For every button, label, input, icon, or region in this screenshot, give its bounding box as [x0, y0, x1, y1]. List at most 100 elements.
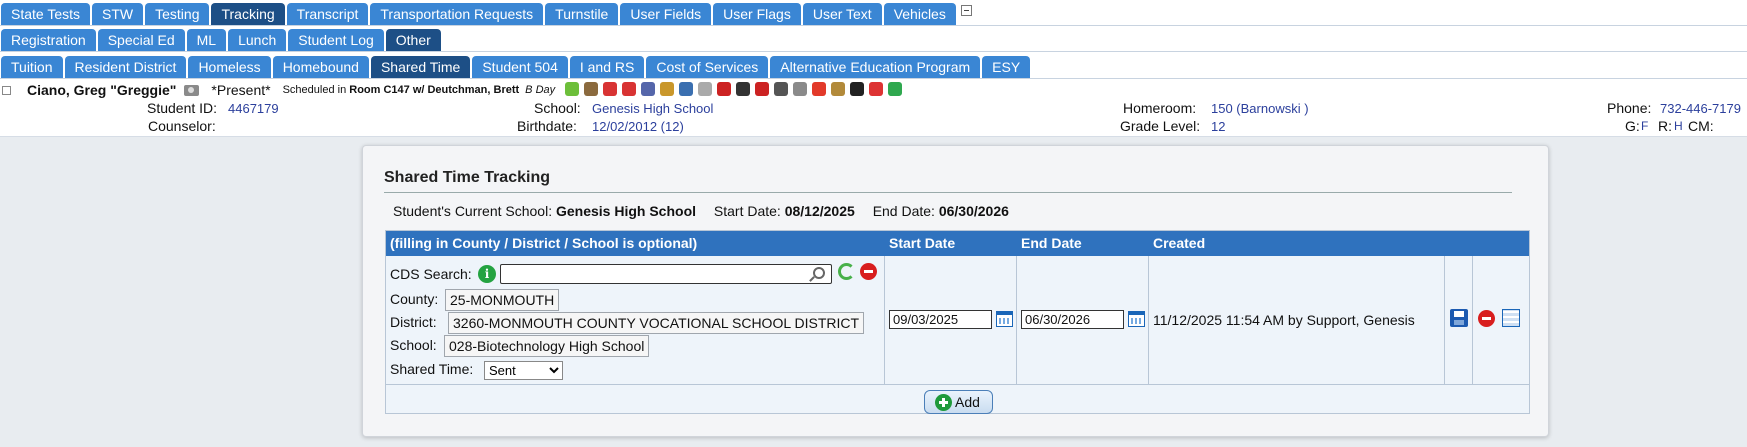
details-icon[interactable] — [1502, 309, 1520, 327]
counselor-label: Counselor: — [148, 118, 216, 134]
tab-shared-time[interactable]: Shared Time — [370, 56, 471, 78]
camera-icon[interactable] — [184, 84, 200, 96]
student-flag-icon[interactable] — [622, 81, 637, 96]
collapse-toggle[interactable] — [2, 85, 11, 95]
tab-i-and-rs[interactable]: I and RS — [569, 56, 645, 78]
created-info: 11/12/2025 11:54 AM by Support, Genesis — [1153, 312, 1415, 328]
delete-row-icon[interactable] — [1478, 310, 1495, 327]
student-flag-icon[interactable] — [679, 81, 694, 96]
student-id-value[interactable]: 4467179 — [228, 101, 279, 116]
tab-other[interactable]: Other — [385, 29, 441, 51]
student-flag-icon[interactable] — [850, 81, 865, 96]
school-value: 028-Biotechnology High School — [444, 335, 650, 357]
shared-time-select[interactable]: Sent — [484, 361, 563, 380]
table-header: (filling in County / District / School i… — [386, 231, 1529, 256]
tab-tuition[interactable]: Tuition — [1, 56, 63, 78]
homeroom-value[interactable]: 150 (Barnowski ) — [1211, 101, 1309, 116]
student-flag-icons — [565, 81, 907, 99]
student-flag-icon[interactable] — [603, 81, 618, 96]
schedule-prefix: Scheduled in — [282, 84, 350, 96]
tab-state-tests[interactable]: State Tests — [1, 3, 91, 25]
start-date-value: 08/12/2025 — [784, 203, 855, 219]
school-label: School: — [534, 100, 581, 116]
homeroom-label: Homeroom: — [1123, 100, 1197, 116]
tab-registration[interactable]: Registration — [1, 29, 96, 51]
current-school-label: Student's Current School: — [393, 203, 553, 219]
calendar-icon[interactable] — [1128, 311, 1145, 327]
phone-value[interactable]: 732-446-7179 — [1660, 101, 1741, 116]
grade-level-label: Grade Level: — [1120, 118, 1201, 134]
birthdate-label: Birthdate: — [517, 118, 577, 134]
tab-user-flags[interactable]: User Flags — [713, 3, 801, 25]
schedule-room: Room C147 w/ Deutchman, Brett — [349, 84, 520, 96]
tab-resident-district[interactable]: Resident District — [64, 56, 187, 78]
tab-turnstile[interactable]: Turnstile — [545, 3, 619, 25]
tab-cost-of-services[interactable]: Cost of Services — [646, 56, 769, 78]
student-flag-icon[interactable] — [698, 81, 713, 96]
attendance-status: *Present* — [211, 82, 271, 98]
end-date-input[interactable]: 06/30/2026 — [1021, 310, 1124, 329]
section-tab-row: Registration Special Ed ML Lunch Student Log… — [0, 26, 1747, 52]
refresh-icon[interactable] — [838, 263, 855, 280]
current-school-value: Genesis High School — [555, 203, 697, 219]
col-divider — [1148, 256, 1149, 384]
col-header-location: (filling in County / District / School i… — [390, 235, 698, 251]
phone-label: Phone: — [1607, 100, 1652, 116]
tab-special-ed[interactable]: Special Ed — [97, 29, 185, 51]
student-flag-icon[interactable] — [717, 81, 732, 96]
col-header-end-date: End Date — [1021, 235, 1082, 251]
day-type: B Day — [525, 84, 556, 96]
student-header: Ciano, Greg "Greggie" *Present* Schedule… — [0, 79, 1747, 137]
student-flag-icon[interactable] — [736, 81, 751, 96]
start-date-input[interactable]: 09/03/2025 — [889, 310, 992, 329]
tab-ml[interactable]: ML — [186, 29, 227, 51]
current-school-info: Student's Current School: Genesis High S… — [393, 203, 1009, 219]
schedule-info: Scheduled in Room C147 w/ Deutchman, Bre… — [283, 84, 520, 96]
col-divider — [1016, 256, 1017, 384]
student-flag-icon[interactable] — [755, 81, 770, 96]
tab-testing[interactable]: Testing — [145, 3, 210, 25]
student-flag-icon[interactable] — [831, 81, 846, 96]
tab-vehicles[interactable]: Vehicles — [883, 3, 956, 25]
cds-search-input[interactable] — [500, 264, 832, 284]
tab-user-text[interactable]: User Text — [802, 3, 882, 25]
tab-tracking[interactable]: Tracking — [211, 3, 285, 25]
student-flag-icon[interactable] — [565, 81, 580, 96]
search-icon[interactable] — [813, 267, 825, 279]
tab-transcript[interactable]: Transcript — [286, 3, 369, 25]
col-header-created: Created — [1153, 235, 1206, 251]
tab-esy[interactable]: ESY — [982, 56, 1031, 78]
school-value[interactable]: Genesis High School — [592, 101, 713, 116]
student-flag-icon[interactable] — [812, 81, 827, 96]
save-icon[interactable] — [1450, 309, 1468, 327]
student-flag-icon[interactable] — [774, 81, 789, 96]
gender-label: G: — [1625, 118, 1640, 134]
student-id-label: Student ID: — [147, 100, 218, 116]
tab-lunch[interactable]: Lunch — [228, 29, 287, 51]
student-flag-icon[interactable] — [793, 81, 808, 96]
shared-time-table: (filling in County / District / School i… — [385, 230, 1530, 414]
calendar-icon[interactable] — [996, 311, 1013, 327]
tab-student-log[interactable]: Student Log — [288, 29, 384, 51]
tab-homebound[interactable]: Homebound — [272, 56, 369, 78]
clear-search-icon[interactable] — [860, 263, 877, 280]
race-value: H — [1674, 119, 1683, 133]
tab-student-504[interactable]: Student 504 — [472, 56, 568, 78]
collapse-tabs-icon[interactable] — [960, 5, 972, 16]
start-date-label: Start Date: — [713, 203, 781, 219]
tab-stw[interactable]: STW — [92, 3, 144, 25]
student-flag-icon[interactable] — [584, 81, 599, 96]
student-flag-icon[interactable] — [660, 81, 675, 96]
tab-transportation-requests[interactable]: Transportation Requests — [370, 3, 544, 25]
tab-user-fields[interactable]: User Fields — [620, 3, 712, 25]
student-flag-icon[interactable] — [888, 81, 903, 96]
tab-homeless[interactable]: Homeless — [188, 56, 271, 78]
grade-level-value: 12 — [1211, 119, 1226, 134]
add-button[interactable]: Add — [924, 390, 993, 414]
student-flag-icon[interactable] — [869, 81, 884, 96]
top-tab-row: State Tests STW Testing Tracking Transcript T… — [0, 0, 1747, 26]
student-flag-icon[interactable] — [641, 81, 656, 96]
info-icon[interactable]: i — [478, 265, 496, 283]
county-value: 25-MONMOUTH — [445, 289, 560, 311]
tab-alternative-education-program[interactable]: Alternative Education Program — [770, 56, 981, 78]
